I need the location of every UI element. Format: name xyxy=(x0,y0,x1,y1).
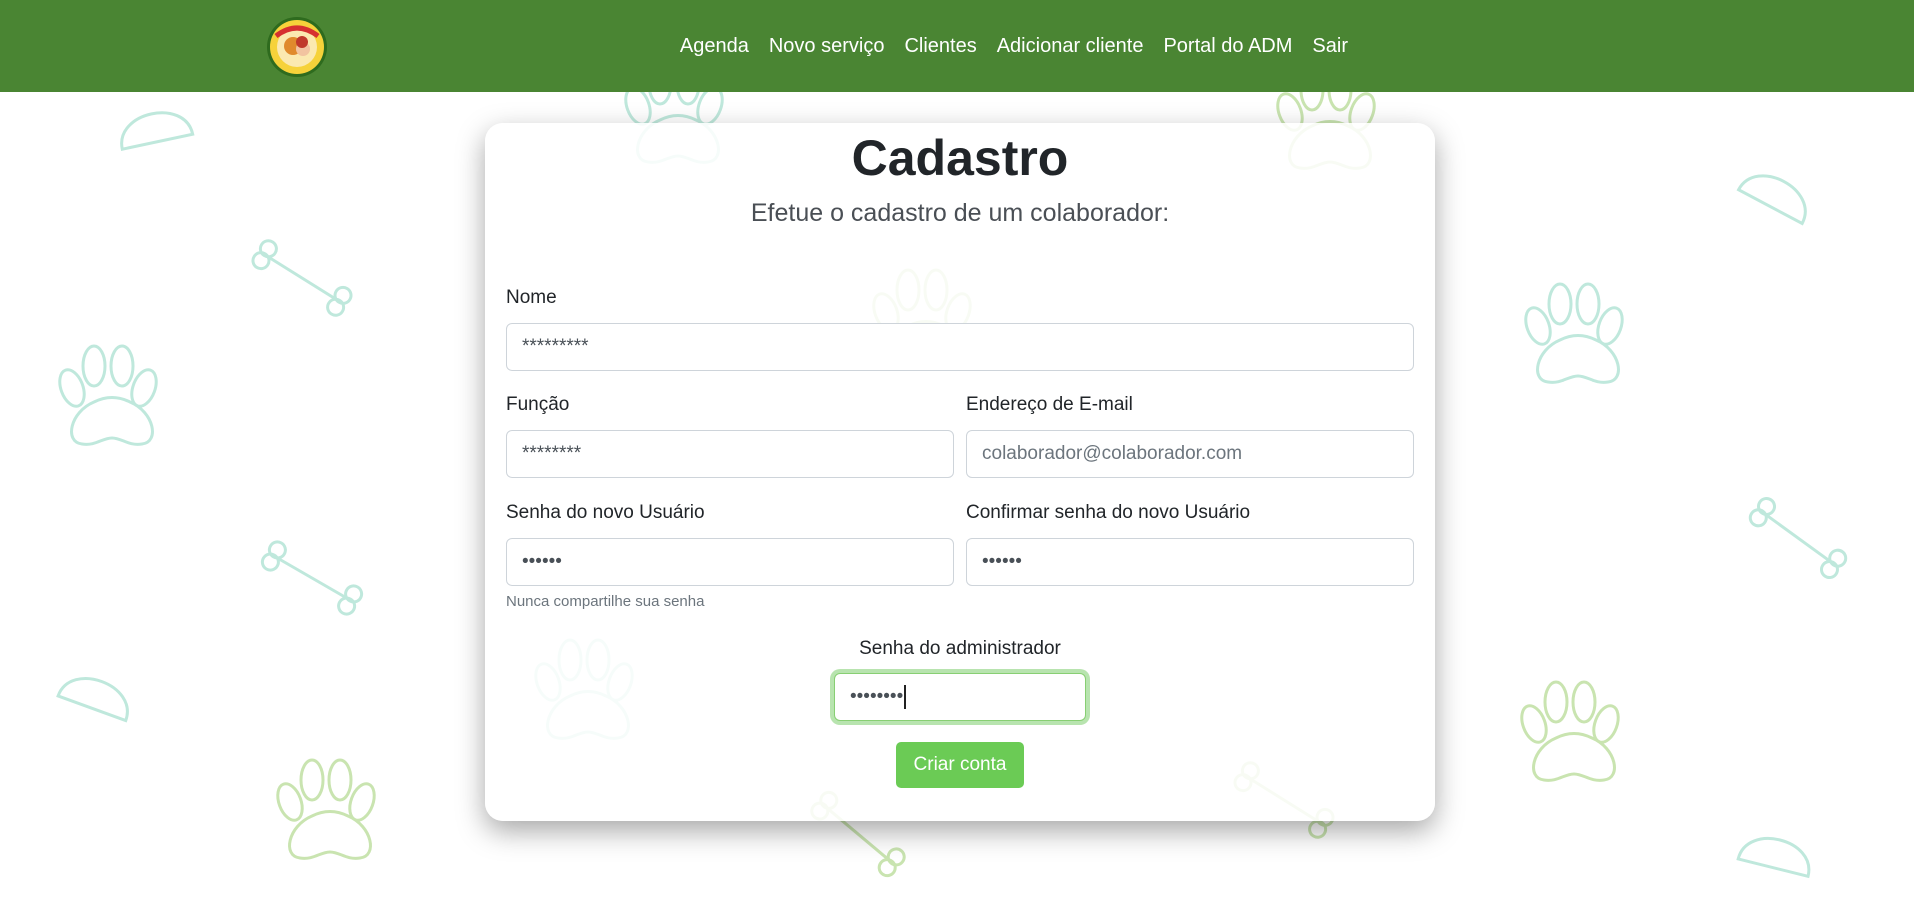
page-subtitle: Efetue o cadastro de um colaborador: xyxy=(750,199,1170,227)
nav-novo-servico[interactable]: Novo serviço xyxy=(759,35,895,58)
admin-password-label: Senha do administrador xyxy=(859,638,1061,659)
top-navbar: Agenda Novo serviço Clientes Adicionar c… xyxy=(0,0,1914,92)
text-caret xyxy=(904,685,907,709)
password-label: Senha do novo Usuário xyxy=(506,502,705,523)
role-input[interactable]: ******** xyxy=(506,430,954,478)
email-label: Endereço de E-mail xyxy=(966,394,1133,415)
main-nav: Agenda Novo serviço Clientes Adicionar c… xyxy=(670,0,1358,92)
admin-password-value: •••••••• xyxy=(850,686,904,707)
create-account-button[interactable]: Criar conta xyxy=(896,742,1024,788)
nav-adicionar-cliente[interactable]: Adicionar cliente xyxy=(987,35,1154,58)
role-label: Função xyxy=(506,394,570,415)
name-label: Nome xyxy=(506,287,557,308)
name-input[interactable]: ********* xyxy=(506,323,1414,371)
password-input[interactable]: •••••• xyxy=(506,538,954,586)
confirm-password-label: Confirmar senha do novo Usuário xyxy=(966,502,1251,523)
email-input[interactable]: colaborador@colaborador.com xyxy=(966,430,1414,478)
nav-portal-adm[interactable]: Portal do ADM xyxy=(1153,35,1302,58)
register-card: Cadastro Efetue o cadastro de um colabor… xyxy=(485,123,1435,821)
password-help-text: Nunca compartilhe sua senha xyxy=(506,593,705,610)
nav-sair[interactable]: Sair xyxy=(1302,35,1358,58)
nav-agenda[interactable]: Agenda xyxy=(670,35,759,58)
admin-password-input[interactable]: •••••••• xyxy=(834,673,1086,721)
confirm-password-input[interactable]: •••••• xyxy=(966,538,1414,586)
page-title: Cadastro xyxy=(851,130,1069,186)
nav-clientes[interactable]: Clientes xyxy=(894,35,986,58)
viana-pet-logo-icon[interactable] xyxy=(266,16,328,78)
